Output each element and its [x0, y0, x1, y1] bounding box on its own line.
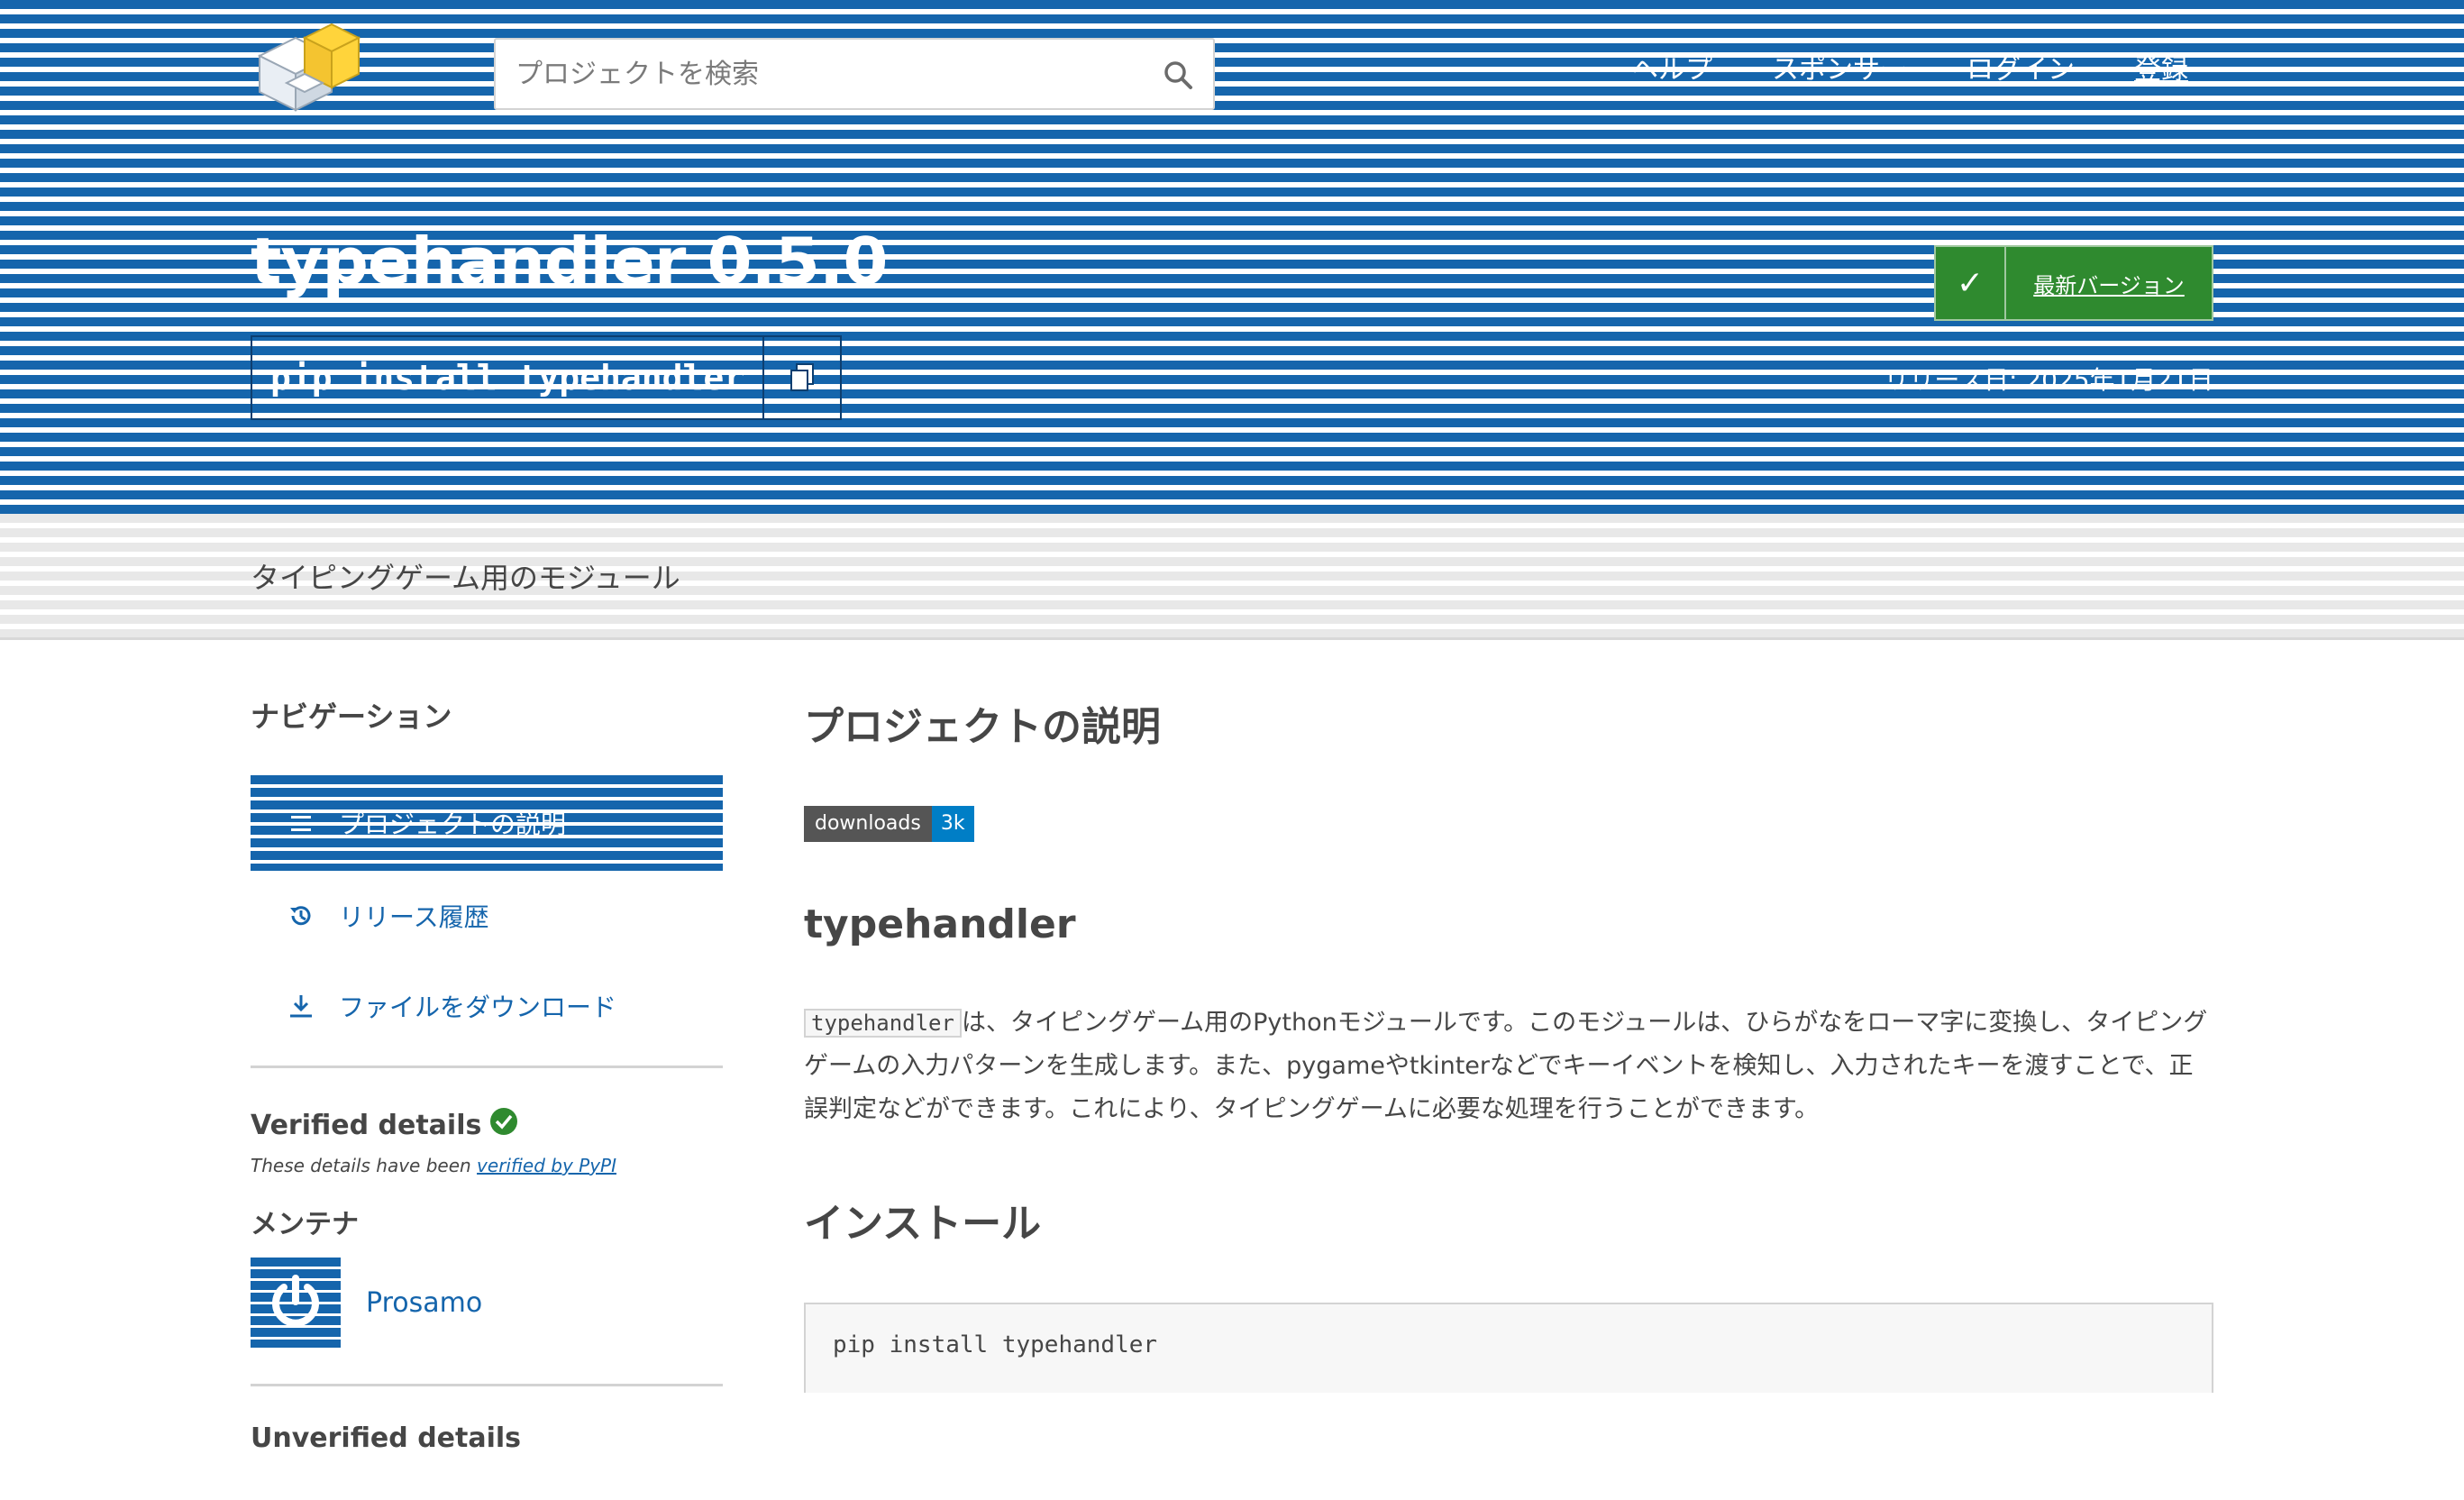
downloads-badge[interactable]: downloads 3k [804, 806, 974, 842]
nav-register-link[interactable]: 登録 [2134, 47, 2188, 87]
unverified-heading: Unverified details [251, 1422, 522, 1454]
check-icon: ✓ [1936, 247, 2006, 319]
verified-note-text: These details have been [251, 1155, 478, 1176]
install-code-block: pip install typehandler [804, 1303, 2213, 1393]
copy-icon[interactable] [762, 337, 840, 418]
pip-command: pip install typehandler [270, 358, 745, 398]
download-icon [283, 992, 319, 1020]
history-icon [283, 902, 319, 929]
maintainer-name[interactable]: Prosamo [366, 1287, 482, 1319]
readme-description: typehandler は、タイピングゲーム用のPythonモジュールです。このモ… [804, 1002, 2213, 1131]
sidebar-item-label: プロジェクトの説明 [339, 809, 567, 839]
sidebar-item-label: リリース履歴 [339, 902, 489, 932]
nav-help-link[interactable]: ヘルプ [1631, 47, 1712, 87]
maintainer-entry[interactable]: Prosamo [251, 1258, 723, 1348]
description-heading: プロジェクトの説明 [804, 704, 1161, 750]
pypi-logo-icon[interactable] [251, 20, 368, 124]
avatar[interactable] [251, 1258, 341, 1348]
nav-sponsors-link[interactable]: スポンサー [1772, 47, 1907, 87]
sidebar: ナビゲーション プロジェクトの説明 リリース履歴 ファイルをダウンロード Ver… [251, 694, 723, 1454]
latest-version-label: 最新バージョン [2033, 272, 2185, 298]
main-content: プロジェクトの説明 downloads 3k typehandler typeh… [804, 694, 2213, 1393]
package-summary: タイピングゲーム用のモジュール [251, 561, 680, 595]
inline-code: typehandler [804, 1009, 962, 1038]
verified-heading-text: Verified details [251, 1109, 482, 1141]
divider [251, 1066, 723, 1068]
verified-heading: Verified details [251, 1106, 723, 1144]
badge-value: 3k [931, 806, 974, 842]
divider [251, 1384, 723, 1386]
sidebar-item-history[interactable]: リリース履歴 [251, 871, 723, 961]
package-title: typehandler 0.5.0 [251, 224, 888, 299]
latest-version-button[interactable]: ✓ 最新バージョン [1934, 245, 2213, 321]
sidebar-item-label: ファイルをダウンロード [339, 992, 617, 1022]
maintainers-heading: メンテナ [251, 1209, 359, 1240]
readme-text: は、タイピングゲーム用のPythonモジュールです。このモジュールは、ひらがなを… [804, 1009, 2208, 1123]
top-nav: ヘルプ スポンサー ログイン 登録 [1631, 47, 2188, 87]
nav-login-link[interactable]: ログイン [1967, 47, 2075, 87]
search-input[interactable] [496, 40, 1213, 108]
verified-note: These details have been verified by PyPI [251, 1155, 723, 1176]
list-icon [283, 814, 319, 832]
verified-check-icon [488, 1106, 519, 1144]
navigation-heading: ナビゲーション [251, 700, 452, 734]
release-date: リリース日: 2025年1月21日 [1884, 365, 2213, 395]
search-icon[interactable] [1155, 52, 1200, 97]
sidebar-item-description[interactable]: プロジェクトの説明 [251, 775, 723, 871]
pip-install-box: pip install typehandler [251, 335, 843, 420]
sidebar-item-download[interactable]: ファイルをダウンロード [251, 961, 723, 1051]
summary-band: タイピングゲーム用のモジュール [0, 514, 2464, 640]
readme-title: typehandler [804, 901, 1076, 947]
install-heading: インストール [804, 1201, 1042, 1247]
search-box [494, 38, 1215, 110]
verified-by-pypi-link[interactable]: verified by PyPI [477, 1155, 616, 1176]
badge-label: downloads [804, 806, 932, 842]
header-banner: ヘルプ スポンサー ログイン 登録 typehandler 0.5.0 pip … [0, 0, 2464, 514]
